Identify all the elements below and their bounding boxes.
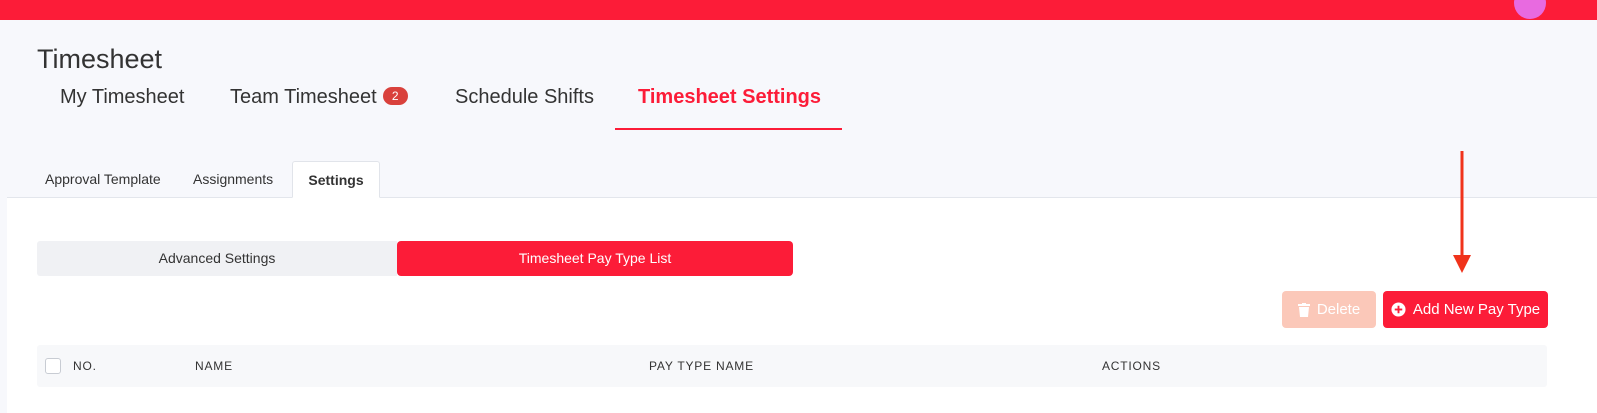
- subtab-label: Settings: [308, 172, 364, 188]
- column-header-actions: ACTIONS: [1102, 359, 1161, 373]
- add-label: Add New Pay Type: [1412, 301, 1541, 318]
- subtab-settings[interactable]: Settings: [292, 161, 380, 198]
- subtab-approval-template[interactable]: Approval Template: [45, 161, 161, 198]
- top-bar: [0, 0, 1597, 20]
- tab-timesheet-settings[interactable]: Timesheet Settings: [638, 86, 821, 130]
- subtab-label: Approval Template: [45, 171, 161, 187]
- segment-label: Timesheet Pay Type List: [518, 250, 672, 266]
- tab-label: Schedule Shifts: [455, 86, 594, 108]
- trash-icon: [1297, 302, 1310, 317]
- column-header-no: NO.: [73, 359, 97, 373]
- delete-button[interactable]: Delete: [1282, 291, 1376, 328]
- add-new-pay-type-button[interactable]: Add New Pay Type: [1383, 291, 1548, 328]
- count-badge: 2: [382, 87, 408, 106]
- active-tab-indicator: [615, 128, 842, 130]
- tab-label: Timesheet Settings: [638, 86, 822, 108]
- tab-schedule-shifts[interactable]: Schedule Shifts: [455, 86, 594, 130]
- page-title: Timesheet: [37, 44, 163, 74]
- delete-label: Delete: [1316, 301, 1361, 318]
- segment-pay-type-list[interactable]: Timesheet Pay Type List: [397, 241, 793, 276]
- table-header: NO. NAME PAY TYPE NAME ACTIONS: [37, 345, 1547, 387]
- select-all-checkbox[interactable]: [45, 358, 61, 374]
- subtab-assignments[interactable]: Assignments: [193, 161, 273, 198]
- subtab-label: Assignments: [193, 171, 274, 187]
- tab-my-timesheet[interactable]: My Timesheet: [60, 86, 184, 130]
- tab-label: My Timesheet: [60, 86, 185, 108]
- tab-team-timesheet[interactable]: Team Timesheet 2: [230, 86, 408, 130]
- down-arrow-icon: [1453, 151, 1471, 273]
- segment-advanced-settings[interactable]: Advanced Settings: [37, 241, 397, 276]
- plus-circle-icon: [1391, 302, 1406, 317]
- column-header-name: NAME: [195, 359, 233, 373]
- segment-label: Advanced Settings: [158, 250, 276, 266]
- tab-label: Team Timesheet: [230, 86, 377, 108]
- column-header-pay-type-name: PAY TYPE NAME: [649, 359, 754, 373]
